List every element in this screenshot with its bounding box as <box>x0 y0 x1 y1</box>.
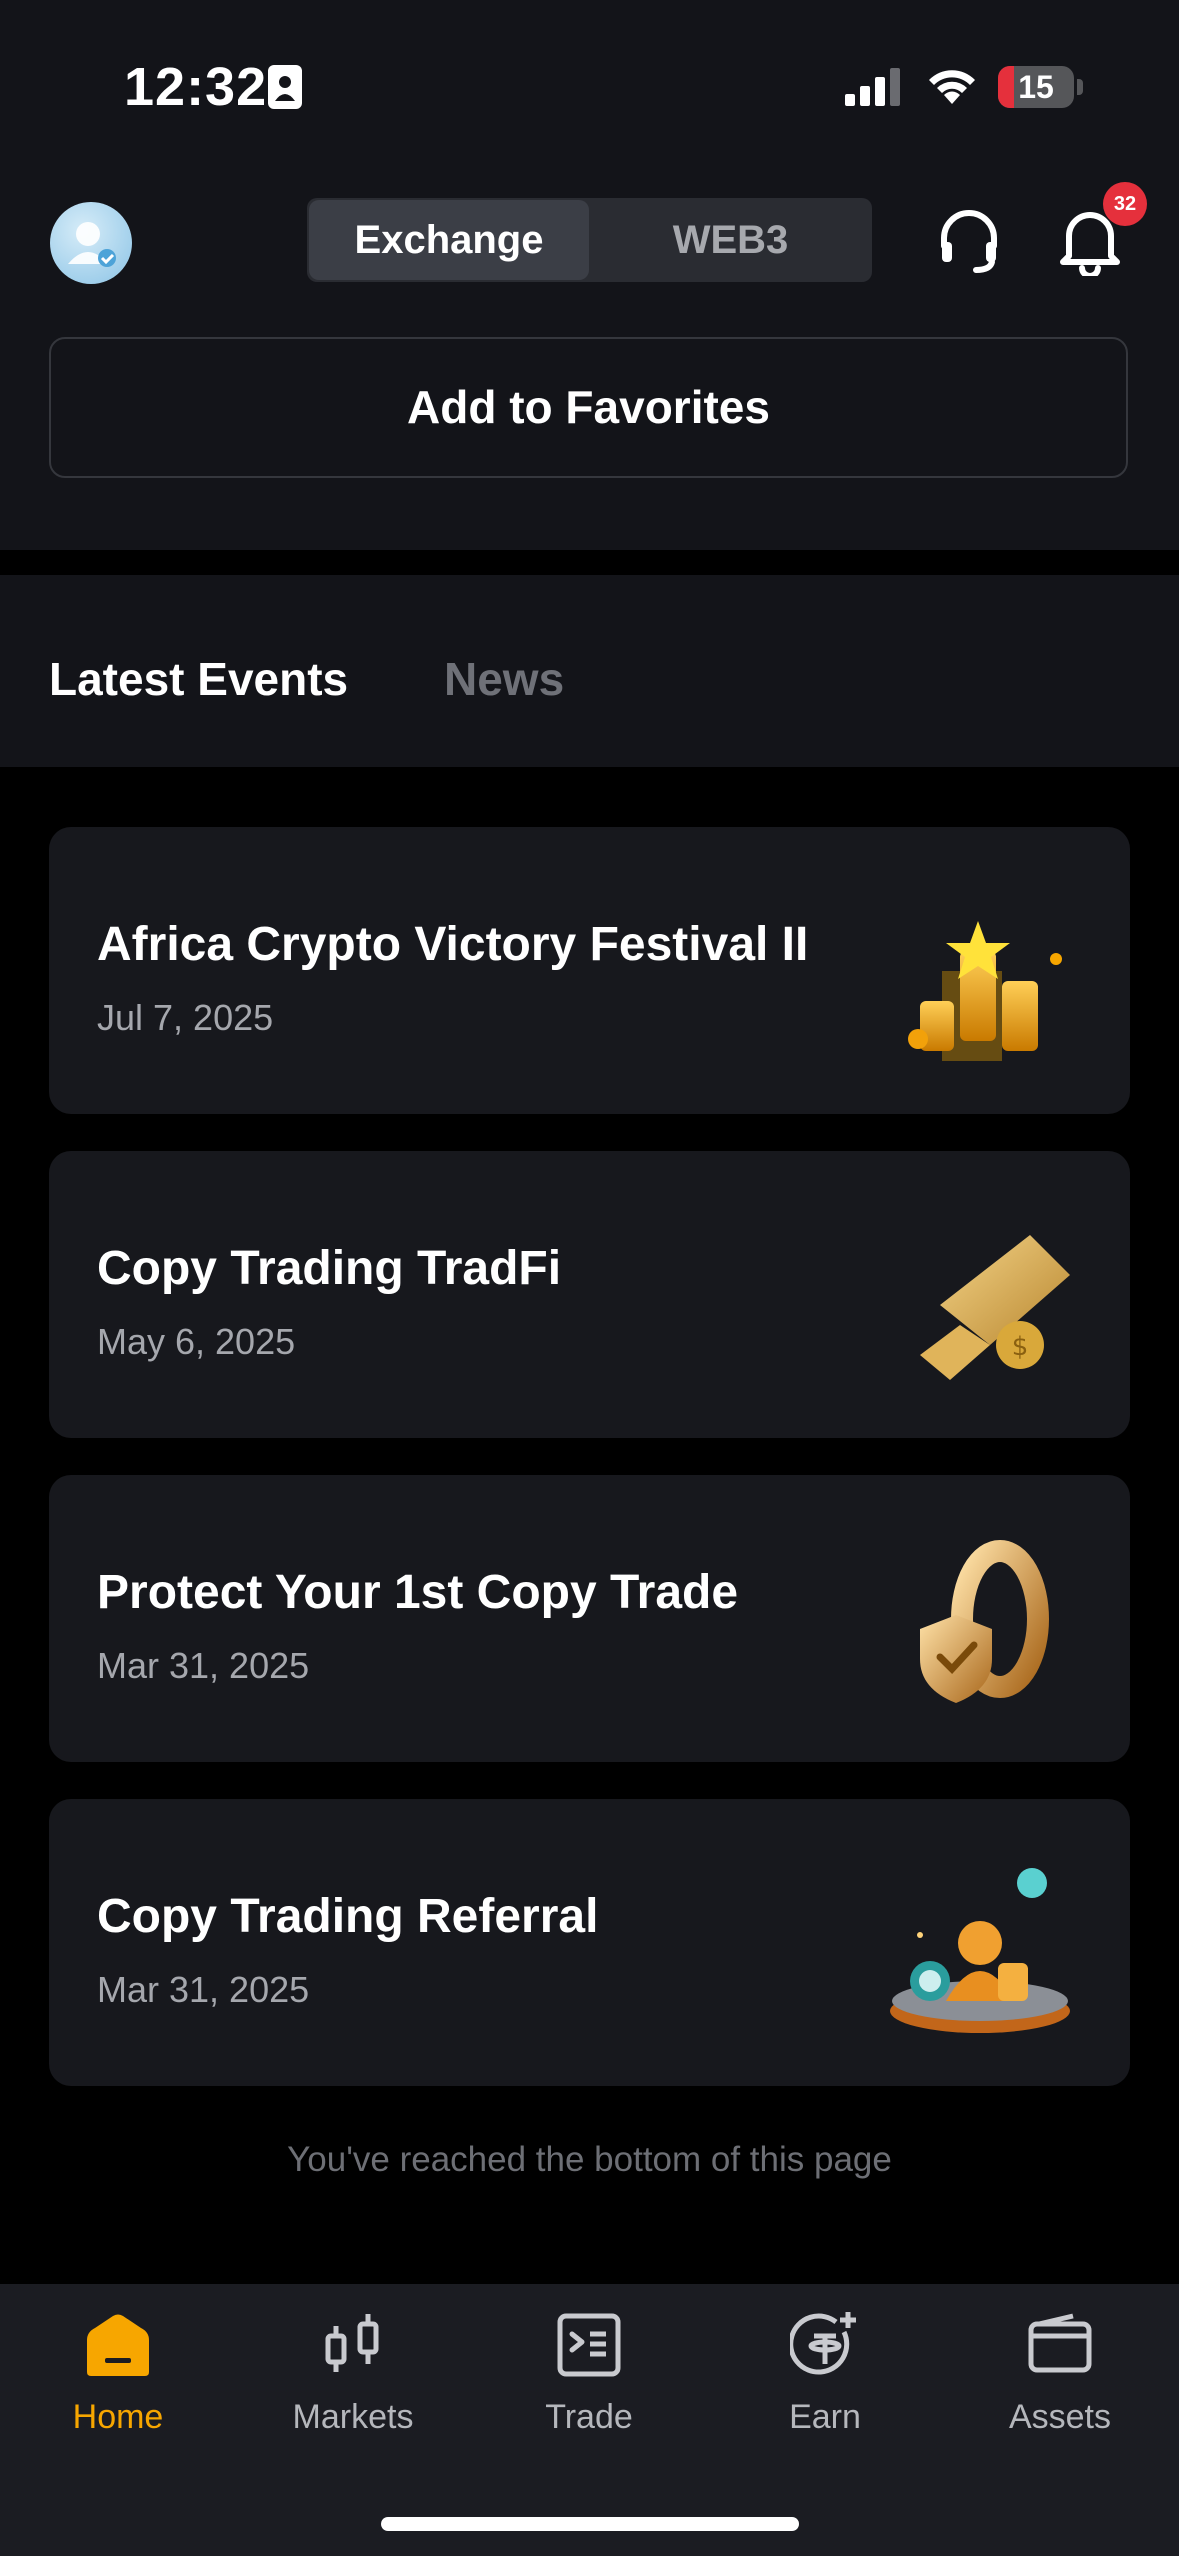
battery-indicator: 15 <box>998 66 1074 108</box>
event-title: Copy Trading Referral <box>97 1890 599 1943</box>
tab-news[interactable]: News <box>444 652 564 706</box>
event-card[interactable]: Africa Crypto Victory Festival II Jul 7,… <box>49 827 1130 1114</box>
wifi-icon <box>926 64 978 109</box>
nav-label-trade: Trade <box>545 2398 633 2436</box>
event-card[interactable]: Copy Trading TradFi May 6, 2025 $ <box>49 1151 1130 1438</box>
event-card[interactable]: Copy Trading Referral Mar 31, 2025 <box>49 1799 1130 2086</box>
home-indicator <box>381 2517 799 2531</box>
notification-badge: 32 <box>1103 182 1147 226</box>
segment-exchange[interactable]: Exchange <box>309 200 589 280</box>
avatar[interactable] <box>50 202 132 284</box>
exchange-web3-switch: Exchange WEB3 <box>307 198 872 282</box>
candlestick-icon <box>325 2314 379 2372</box>
nav-trade[interactable]: Trade <box>489 2310 689 2437</box>
nav-label-home: Home <box>72 2398 164 2436</box>
event-date: May 6, 2025 <box>97 1321 296 1362</box>
trophy-bars-star-icon <box>880 871 1080 1071</box>
event-title: Protect Your 1st Copy Trade <box>97 1566 739 1619</box>
event-title: Copy Trading TradFi <box>97 1242 562 1295</box>
id-card-icon <box>268 65 302 114</box>
person-coins-platform-icon <box>880 1843 1080 2043</box>
event-date: Mar 31, 2025 <box>97 1645 310 1686</box>
nav-label-earn: Earn <box>789 2398 861 2436</box>
nav-label-assets: Assets <box>1008 2398 1112 2436</box>
shield-zero-icon <box>880 1519 1080 1719</box>
battery-cap <box>1077 79 1083 95</box>
trade-icon <box>557 2313 621 2377</box>
nav-assets[interactable]: Assets <box>960 2310 1160 2437</box>
signal-icon <box>845 68 903 111</box>
event-title: Africa Crypto Victory Festival II <box>97 918 809 971</box>
nav-home[interactable]: Home <box>18 2310 218 2437</box>
event-date: Jul 7, 2025 <box>97 997 274 1038</box>
segment-web3[interactable]: WEB3 <box>589 198 872 282</box>
wallet-icon <box>1028 2313 1092 2373</box>
tab-latest-events[interactable]: Latest Events <box>49 652 348 706</box>
event-card[interactable]: Protect Your 1st Copy Trade Mar 31, 2025 <box>49 1475 1130 1762</box>
battery-level: 15 <box>1018 69 1054 105</box>
nav-markets[interactable]: Markets <box>253 2310 453 2437</box>
add-to-favorites-button[interactable]: Add to Favorites <box>49 337 1128 478</box>
home-icon <box>87 2314 149 2376</box>
svg-text:$: $ <box>1012 1332 1029 1362</box>
end-of-page-note: You've reached the bottom of this page <box>287 2140 892 2179</box>
headset-icon[interactable] <box>936 208 1002 279</box>
nav-label-markets: Markets <box>292 2398 414 2436</box>
earn-icon <box>790 2312 856 2375</box>
event-date: Mar 31, 2025 <box>97 1969 310 2010</box>
status-time: 12:32 <box>124 57 268 117</box>
nav-earn[interactable]: Earn <box>725 2310 925 2437</box>
gold-ticket-coin-icon: $ <box>880 1195 1080 1395</box>
